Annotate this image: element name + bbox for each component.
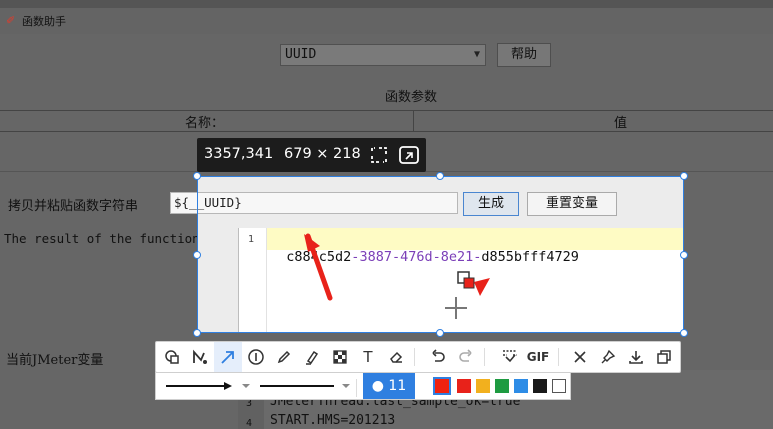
dot-icon: ● [371,378,389,394]
arrow-style-select[interactable] [164,379,254,393]
scan-icon[interactable] [496,342,524,372]
color-swatch[interactable] [476,379,490,393]
resize-handle[interactable] [193,329,201,337]
function-select-value: UUID [285,47,317,62]
top-strip [0,0,773,8]
color-swatch[interactable] [533,379,547,393]
params-table-header [0,110,773,132]
color-swatch-selected[interactable] [433,377,451,395]
resize-handle[interactable] [436,329,444,337]
line-style-select[interactable] [258,379,354,393]
fit-selection-icon[interactable] [369,145,389,165]
copy-icon[interactable] [650,342,678,372]
mosaic-icon[interactable] [326,342,354,372]
feather-icon: ✐ [6,14,16,27]
arrow-icon[interactable] [214,342,242,372]
chevron-down-icon: ▼ [473,49,480,60]
selection-border [197,176,684,333]
copy-paste-label: 拷贝并粘贴函数字符串 [8,199,139,214]
highlighter-icon[interactable] [298,342,326,372]
redo-icon[interactable] [452,342,480,372]
color-swatch[interactable] [457,379,471,393]
toolbar-divider [356,379,357,397]
title-bar [0,8,773,34]
capture-position: 3357,341 [204,146,274,162]
stroke-size-value: 11 [388,378,407,394]
color-swatch[interactable] [514,379,528,393]
column-header-value: 值 [614,116,628,131]
text-icon[interactable]: T [354,342,382,372]
polyline-icon[interactable] [186,342,214,372]
jmeter-var-line: START.HMS=201213 [270,413,396,428]
download-icon[interactable] [622,342,650,372]
resize-handle[interactable] [193,251,201,259]
shape-icon[interactable] [158,342,186,372]
resize-handle[interactable] [436,172,444,180]
resize-handle[interactable] [680,251,688,259]
resize-handle[interactable] [680,172,688,180]
pen-icon[interactable] [270,342,298,372]
resize-handle[interactable] [193,172,201,180]
function-select[interactable]: UUID ▼ [280,44,486,66]
undo-icon[interactable] [424,342,452,372]
fullscreen-icon[interactable] [398,145,420,165]
number-marker-icon[interactable] [242,342,270,372]
column-header-name: 名称： [185,116,225,131]
jmeter-vars-label: 当前JMeter变量 [6,353,104,368]
color-swatch[interactable] [552,379,566,393]
capture-size: 679 × 218 [284,146,361,162]
stroke-size[interactable]: ● 11 [363,373,415,399]
style-toolbar: ● 11 [155,372,571,400]
gif-icon[interactable]: GIF [524,342,552,372]
toolbar-divider [484,348,485,366]
help-button[interactable]: 帮助 [497,43,551,67]
eraser-icon[interactable] [382,342,410,372]
toolbar-divider [558,348,559,366]
resize-handle[interactable] [680,329,688,337]
pin-icon[interactable] [594,342,622,372]
window-title: 函数助手 [22,15,66,28]
column-divider [413,110,414,132]
section-title: 函数参数 [385,90,438,105]
annotation-toolbar: T GIF [155,341,681,373]
line-number: 4 [246,418,253,429]
result-label: The result of the function is [4,231,223,246]
color-swatch[interactable] [495,379,509,393]
toolbar-divider [414,348,415,366]
close-icon[interactable] [566,342,594,372]
